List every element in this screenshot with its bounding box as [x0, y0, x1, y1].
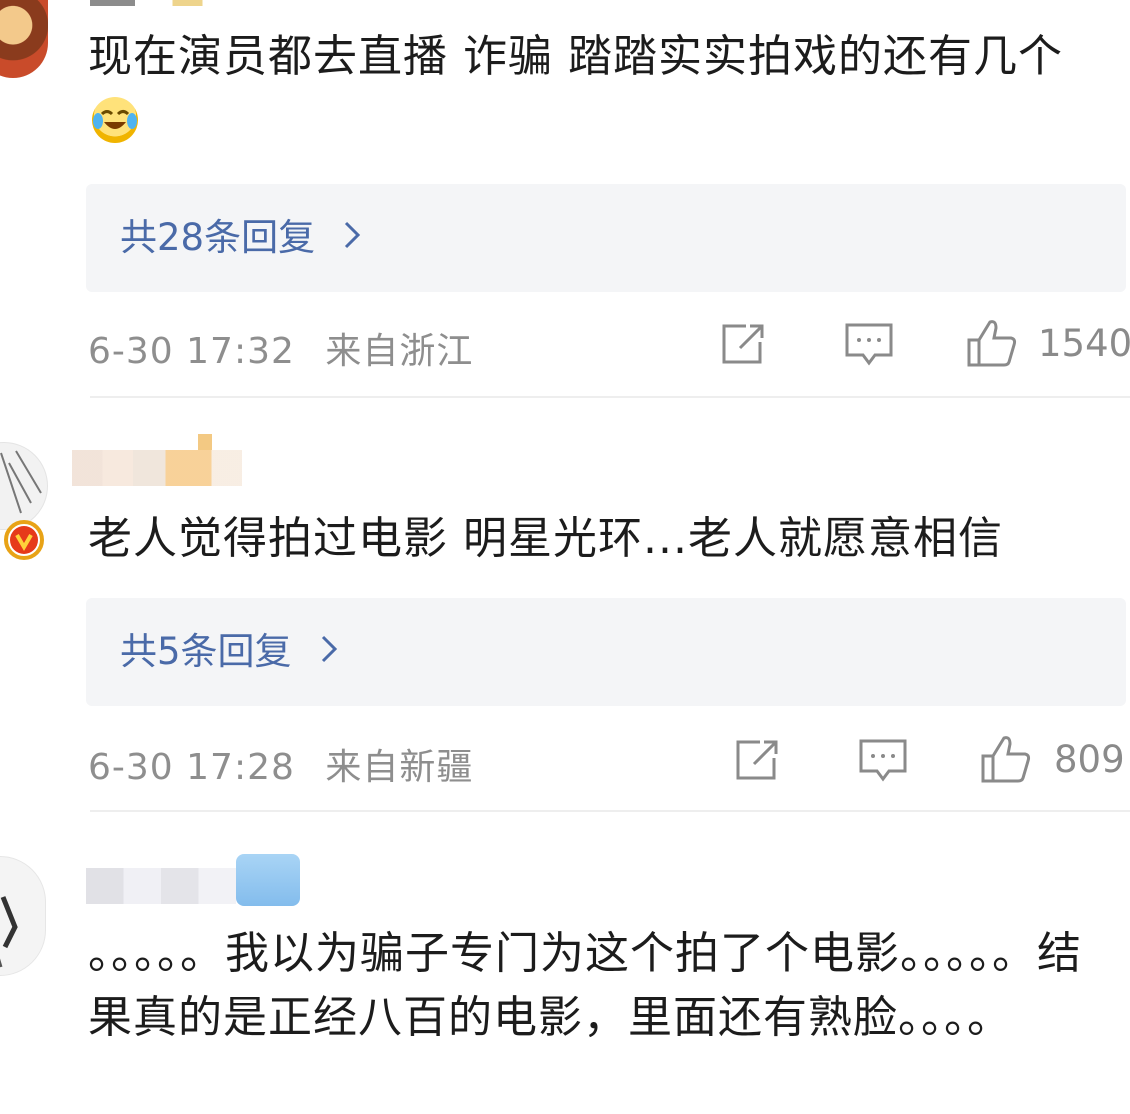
share-icon[interactable]: [720, 322, 768, 370]
share-icon[interactable]: [734, 738, 782, 786]
comment-2: 老人觉得拍过电影 明星光环...老人就愿意相信 共5条回复 6-30 17:28…: [0, 400, 1130, 814]
like-count: 809: [1054, 738, 1125, 781]
comment-location: 来自新疆: [325, 747, 474, 788]
username-blurred[interactable]: [86, 854, 302, 910]
comment-3: 。。。。。我以为骗子专门为这个拍了个电影。。。。。结果真的是正经八百的电影，里面…: [0, 814, 1130, 1114]
avatar[interactable]: [0, 0, 48, 78]
comment-icon[interactable]: [844, 322, 894, 372]
divider: [90, 396, 1130, 398]
chevron-right-icon: [320, 599, 338, 707]
laughing-crying-emoji-icon: [92, 97, 138, 143]
comment-location: 来自浙江: [325, 331, 474, 372]
divider: [90, 810, 1130, 812]
thumbs-up-icon[interactable]: [980, 734, 1032, 788]
comment-meta: 6-30 17:32 来自浙江: [88, 322, 473, 374]
reply-box[interactable]: 共28条回复: [86, 184, 1126, 292]
comment-icon[interactable]: [858, 738, 908, 788]
view-replies-link[interactable]: 共28条回复: [120, 184, 361, 292]
comment-date: 6-30 17:32: [88, 331, 295, 372]
username-blurred[interactable]: [72, 426, 242, 496]
verified-v-badge-icon: [4, 520, 44, 560]
comment-text: 现在演员都去直播 诈骗 踏踏实实拍戏的还有几个: [88, 24, 1112, 156]
avatar[interactable]: [0, 442, 48, 530]
reply-box[interactable]: 共5条回复: [86, 598, 1126, 706]
comment-text: 。。。。。我以为骗子专门为这个拍了个电影。。。。。结果真的是正经八百的电影，里面…: [88, 928, 1082, 1043]
member-badge: [236, 854, 300, 906]
like-count: 1540: [1038, 322, 1130, 365]
comment-1: 现在演员都去直播 诈骗 踏踏实实拍戏的还有几个 共28条回复 6-30 17:3…: [0, 0, 1130, 400]
chevron-right-icon: [343, 185, 361, 293]
thumbs-up-icon[interactable]: [966, 318, 1018, 372]
comment-text: 老人觉得拍过电影 明星光环...老人就愿意相信: [88, 513, 1003, 564]
comment-date: 6-30 17:28: [88, 747, 295, 788]
comment-meta: 6-30 17:28 来自新疆: [88, 738, 473, 790]
username-remnant: [90, 0, 240, 6]
view-replies-link[interactable]: 共5条回复: [120, 598, 338, 706]
avatar[interactable]: [0, 856, 46, 976]
